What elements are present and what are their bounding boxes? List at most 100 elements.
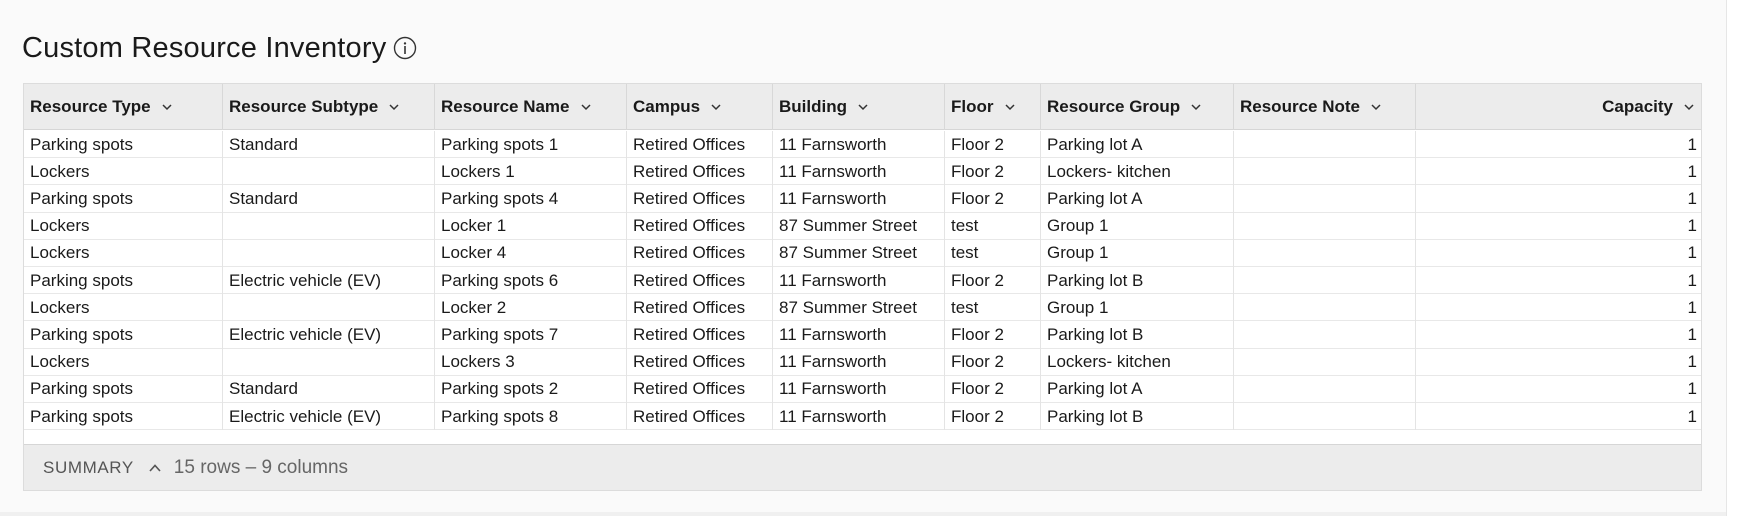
cell-resource-name: Parking spots 2 (435, 375, 627, 403)
table-row[interactable]: Lockers Lockers 3 Retired Offices 11 Farnsw… (24, 348, 1701, 376)
cell-resource-note (1234, 403, 1416, 431)
chevron-up-icon[interactable] (148, 461, 162, 475)
cell-building: 11 Farnsworth (773, 131, 945, 159)
header-col-resource-group[interactable]: Resource Group (1041, 84, 1234, 130)
header-label: Resource Name (441, 97, 570, 116)
cell-resource-subtype: Electric vehicle (EV) (223, 403, 435, 431)
cell-resource-note (1234, 239, 1416, 267)
cell-resource-subtype (223, 212, 435, 240)
cell-resource-group: Parking lot A (1041, 131, 1234, 159)
summary-label[interactable]: SUMMARY (43, 458, 134, 478)
cell-resource-subtype: Electric vehicle (EV) (223, 321, 435, 349)
cell-floor: test (945, 212, 1041, 240)
cell-resource-subtype: Electric vehicle (EV) (223, 267, 435, 295)
table-row[interactable]: Parking spots Standard Parking spots 4 Reti… (24, 185, 1701, 213)
table-row[interactable]: Lockers Locker 2 Retired Offices 87 Summer … (24, 294, 1701, 322)
chevron-down-icon[interactable] (580, 101, 592, 113)
cell-resource-name: Lockers 3 (435, 348, 627, 376)
cell-resource-name: Locker 1 (435, 212, 627, 240)
cell-resource-note (1234, 212, 1416, 240)
cell-resource-name: Parking spots 1 (435, 131, 627, 159)
cell-capacity: 1 (1687, 297, 1697, 317)
chevron-down-icon[interactable] (1004, 101, 1016, 113)
report-panel: Custom Resource Inventory Resource Type R… (0, 0, 1726, 516)
header-col-floor[interactable]: Floor (945, 84, 1041, 130)
cell-resource-group: Group 1 (1041, 212, 1234, 240)
cell-resource-note (1234, 267, 1416, 295)
scroll-rail[interactable] (1726, 0, 1740, 516)
chevron-down-icon[interactable] (388, 101, 400, 113)
cell-resource-note (1234, 185, 1416, 213)
header-label: Campus (633, 97, 701, 116)
table-row[interactable]: Lockers Lockers 1 Retired Offices 11 Farnsw… (24, 158, 1701, 186)
cell-floor: Floor 2 (945, 403, 1041, 431)
cell-floor: Floor 2 (945, 267, 1041, 295)
header-col-campus[interactable]: Campus (627, 84, 773, 130)
cell-resource-type: Lockers (24, 348, 223, 376)
table-row[interactable]: Parking spots Electric vehicle (EV) Parkin… (24, 321, 1701, 349)
table-row[interactable]: Parking spots Electric vehicle (EV) Parkin… (24, 267, 1701, 295)
cell-building: 11 Farnsworth (773, 185, 945, 213)
cell-capacity: 1 (1687, 188, 1697, 208)
table-header: Resource Type Resource Subtype Resource Na… (24, 84, 1701, 130)
cell-resource-subtype (223, 294, 435, 322)
header-col-resource-subtype[interactable]: Resource Subtype (223, 84, 435, 130)
cell-resource-group: Group 1 (1041, 294, 1234, 322)
chevron-down-icon[interactable] (1190, 101, 1202, 113)
header-label: Capacity (1602, 97, 1673, 116)
table-row[interactable]: Parking spots Standard Parking spots 1 Reti… (24, 131, 1701, 159)
cell-campus: Retired Offices (627, 239, 773, 267)
header-col-capacity[interactable]: Capacity (1416, 84, 1701, 130)
table-row[interactable]: Parking spots Standard Parking spots 2 Reti… (24, 375, 1701, 403)
cell-floor: Floor 2 (945, 375, 1041, 403)
cell-resource-group: Group 1 (1041, 239, 1234, 267)
chevron-down-icon[interactable] (161, 101, 173, 113)
page-title: Custom Resource Inventory (22, 31, 387, 64)
bottom-divider (0, 512, 1726, 516)
cell-resource-type: Lockers (24, 294, 223, 322)
chevron-down-icon[interactable] (857, 101, 869, 113)
table-body[interactable]: Parking spots Standard Parking spots 1 Reti… (24, 131, 1701, 444)
cell-campus: Retired Offices (627, 294, 773, 322)
title-row: Custom Resource Inventory (22, 28, 417, 68)
summary-bar: SUMMARY 15 rows – 9 columns (24, 444, 1701, 490)
chevron-down-icon[interactable] (1683, 101, 1695, 113)
cell-resource-name: Parking spots 8 (435, 403, 627, 431)
chevron-down-icon[interactable] (710, 101, 722, 113)
cell-campus: Retired Offices (627, 375, 773, 403)
summary-count: 15 rows – 9 columns (173, 456, 349, 478)
cell-campus: Retired Offices (627, 403, 773, 431)
cell-resource-name: Locker 4 (435, 239, 627, 267)
cell-floor: test (945, 239, 1041, 267)
cell-resource-subtype (223, 158, 435, 186)
cell-resource-note (1234, 158, 1416, 186)
info-icon[interactable] (393, 36, 417, 60)
cell-resource-group: Parking lot B (1041, 267, 1234, 295)
cell-building: 87 Summer Street (773, 294, 945, 322)
cell-floor: Floor 2 (945, 131, 1041, 159)
header-col-resource-note[interactable]: Resource Note (1234, 84, 1416, 130)
cell-resource-type: Lockers (24, 158, 223, 186)
table-row[interactable]: Lockers Locker 1 Retired Offices 87 Summer … (24, 212, 1701, 240)
cell-capacity: 1 (1687, 270, 1697, 290)
cell-resource-type: Parking spots (24, 267, 223, 295)
table-row[interactable]: Lockers Locker 4 Retired Offices 87 Summer … (24, 239, 1701, 267)
cell-resource-note (1234, 375, 1416, 403)
cell-resource-type: Parking spots (24, 375, 223, 403)
cell-campus: Retired Offices (627, 267, 773, 295)
cell-campus: Retired Offices (627, 185, 773, 213)
cell-capacity: 1 (1687, 406, 1697, 426)
header-col-building[interactable]: Building (773, 84, 945, 130)
header-label: Floor (951, 97, 994, 116)
header-col-resource-name[interactable]: Resource Name (435, 84, 627, 130)
header-col-resource-type[interactable]: Resource Type (24, 84, 223, 130)
header-label: Resource Note (1240, 97, 1360, 116)
cell-building: 11 Farnsworth (773, 267, 945, 295)
table-row[interactable]: Parking spots Electric vehicle (EV) Parkin… (24, 403, 1701, 431)
chevron-down-icon[interactable] (1370, 101, 1382, 113)
cell-capacity: 1 (1687, 134, 1697, 154)
cell-capacity: 1 (1687, 243, 1697, 263)
cell-resource-group: Parking lot B (1041, 403, 1234, 431)
cell-capacity: 1 (1687, 324, 1697, 344)
cell-campus: Retired Offices (627, 131, 773, 159)
